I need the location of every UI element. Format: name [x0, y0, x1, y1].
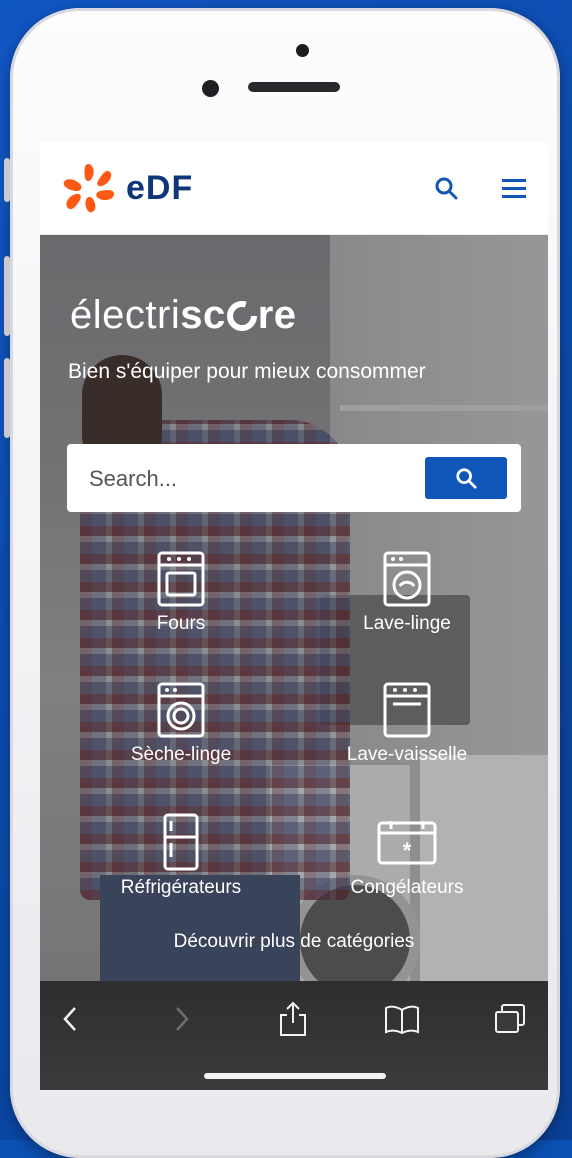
freezer-icon: *: [377, 821, 437, 865]
category-refrigerateurs[interactable]: Réfrigérateurs: [81, 813, 281, 899]
bookmarks-icon: [385, 1005, 419, 1034]
category-label: Fours: [156, 613, 206, 634]
oven-icon: [157, 551, 205, 607]
back-button[interactable]: [50, 1001, 90, 1037]
score-ring-icon: [226, 301, 257, 331]
tabs-icon: [495, 1004, 525, 1033]
fridge-icon: [163, 813, 199, 871]
category-label: Lave-linge: [363, 613, 451, 634]
category-label: Congélateurs: [350, 877, 464, 898]
browser-toolbar: [40, 981, 548, 1090]
header-search-button[interactable]: [434, 176, 458, 205]
phone-screen: eDF électrisc re Bien s'équiper pour mie…: [40, 142, 548, 1090]
proximity-sensor: [296, 44, 309, 57]
category-label: Réfrigérateurs: [120, 877, 242, 898]
site-header: eDF: [40, 142, 548, 235]
edf-wordmark: eDF: [126, 168, 194, 207]
share-icon: [280, 1001, 306, 1036]
forward-button[interactable]: [162, 1001, 202, 1037]
category-label: Sèche-linge: [130, 744, 232, 765]
forward-chevron-icon: [176, 1007, 189, 1031]
tabs-button[interactable]: [490, 1001, 530, 1037]
edf-logo[interactable]: eDF: [58, 160, 193, 216]
search-icon: [456, 468, 477, 489]
category-label: Lave-vaisselle: [346, 744, 468, 765]
hero-section: électrisc re Bien s'équiper pour mieux co…: [40, 235, 548, 981]
dryer-icon: [157, 682, 205, 738]
back-chevron-icon: [63, 1007, 76, 1031]
home-indicator: [204, 1073, 386, 1079]
mute-switch: [4, 158, 10, 202]
brand-o-part: [226, 293, 258, 338]
volume-up-button: [4, 256, 10, 336]
svg-text:*: *: [403, 838, 412, 863]
brand-bold-part: sc: [180, 293, 226, 337]
front-camera: [202, 80, 219, 97]
category-fours[interactable]: Fours: [81, 551, 281, 635]
earpiece-speaker: [248, 82, 340, 92]
category-lave-vaisselle[interactable]: Lave-vaisselle: [307, 682, 507, 766]
search-submit-button[interactable]: [425, 457, 507, 499]
category-seche-linge[interactable]: Sèche-linge: [81, 682, 281, 766]
washing-machine-icon: [383, 551, 431, 607]
share-button[interactable]: [273, 1001, 313, 1037]
hero-tagline: Bien s'équiper pour mieux consommer: [68, 360, 426, 383]
dishwasher-icon: [383, 682, 431, 738]
electriscore-logo: électrisc re: [70, 293, 297, 338]
category-congelateurs[interactable]: * Congélateurs: [307, 813, 507, 899]
hamburger-menu-icon: [502, 179, 526, 198]
brand-end-part: re: [257, 293, 297, 337]
edf-flower-icon: [63, 164, 114, 213]
header-menu-button[interactable]: [502, 178, 526, 205]
bookmarks-button[interactable]: [382, 1001, 422, 1037]
brand-light-part: électri: [70, 293, 181, 337]
category-lave-linge[interactable]: Lave-linge: [307, 551, 507, 635]
search-input[interactable]: [87, 460, 411, 498]
volume-down-button: [4, 358, 10, 438]
search-icon: [435, 177, 458, 200]
search-form: [67, 444, 521, 512]
more-categories-link[interactable]: Découvrir plus de catégories: [40, 931, 548, 953]
